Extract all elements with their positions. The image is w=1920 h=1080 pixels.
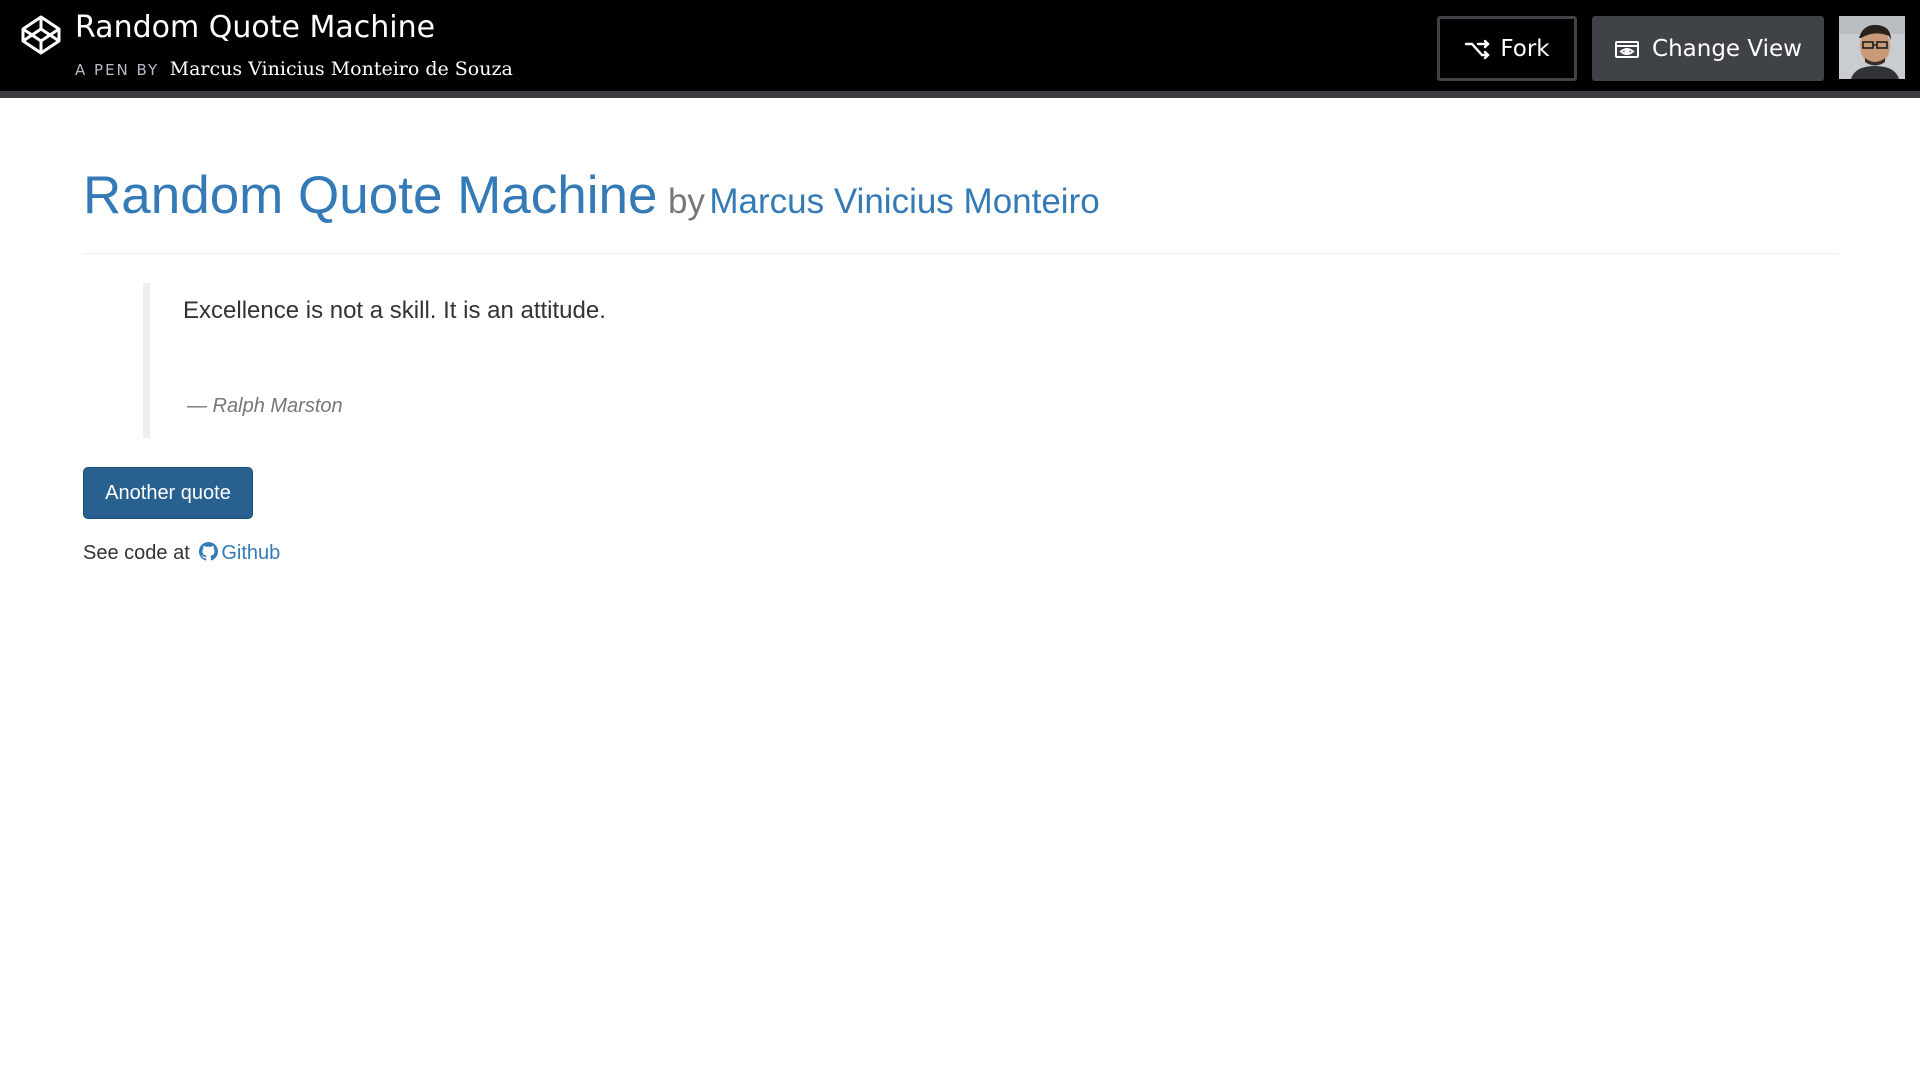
eye-icon	[1615, 40, 1640, 58]
avatar-image	[1839, 16, 1905, 79]
another-quote-button[interactable]: Another quote	[83, 467, 253, 519]
top-bar: Random Quote Machine A PEN BY Marcus Vin…	[0, 0, 1920, 98]
fork-label: Fork	[1500, 35, 1550, 62]
fork-button[interactable]: Fork	[1437, 16, 1577, 81]
github-icon	[199, 542, 219, 561]
divider	[83, 253, 1838, 254]
github-label: Github	[221, 542, 281, 564]
avatar[interactable]	[1839, 16, 1905, 79]
author-link[interactable]: Marcus Vinicius Monteiro	[709, 182, 1099, 221]
pen-title: Random Quote Machine	[75, 10, 436, 45]
page-title-link[interactable]: Random Quote Machine	[83, 166, 658, 225]
quote-author: — Ralph Marston	[187, 395, 343, 417]
change-view-button[interactable]: Change View	[1592, 16, 1824, 81]
page-heading: Random Quote Machine by Marcus Vinicius …	[83, 165, 1838, 253]
byline-prefix: A PEN BY	[75, 61, 160, 79]
page-content: Random Quote Machine by Marcus Vinicius …	[83, 165, 1838, 564]
change-view-label: Change View	[1652, 35, 1802, 62]
heading-by-text: by	[667, 182, 705, 221]
quote-text: Excellence is not a skill. It is an atti…	[183, 297, 606, 324]
see-code-prefix: See code at	[83, 542, 190, 564]
codepen-logo-icon[interactable]	[20, 14, 62, 56]
pen-author-link[interactable]: Marcus Vinicius Monteiro de Souza	[170, 58, 513, 80]
see-code-line: See code at Github	[83, 542, 280, 565]
quote-block: Excellence is not a skill. It is an atti…	[143, 283, 1838, 438]
fork-icon	[1465, 39, 1491, 59]
github-link[interactable]: Github	[195, 542, 280, 564]
pen-byline: A PEN BY Marcus Vinicius Monteiro de Sou…	[75, 58, 513, 80]
